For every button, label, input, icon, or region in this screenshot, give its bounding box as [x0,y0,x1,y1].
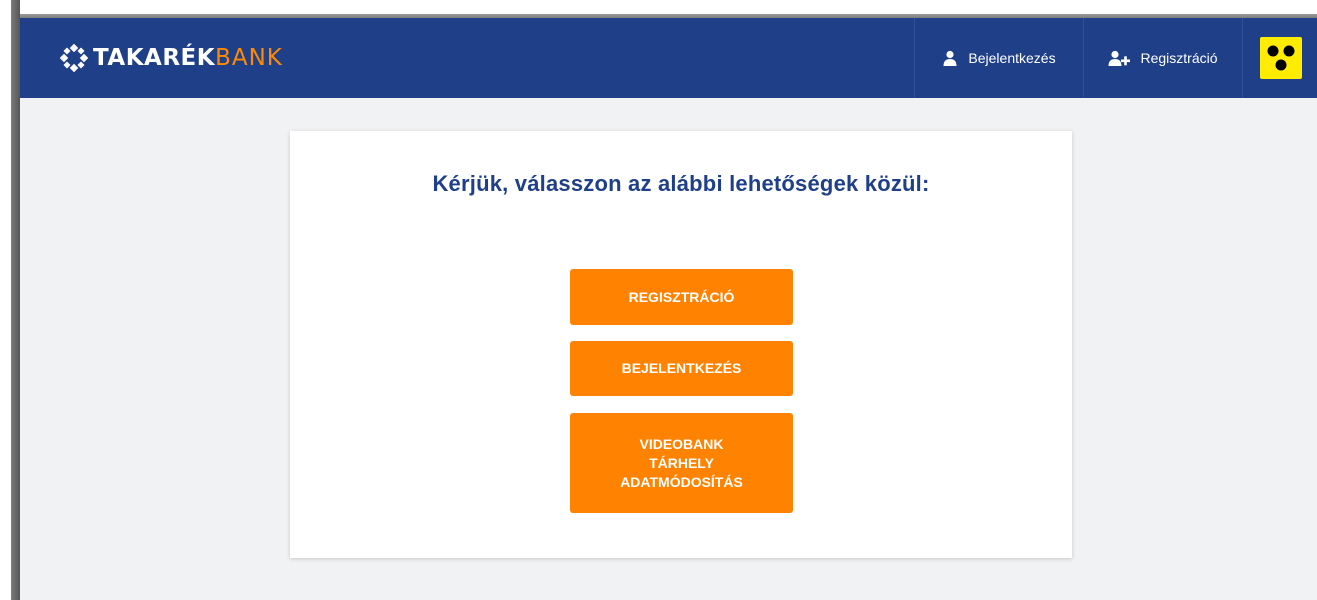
takarekbank-logo[interactable]: TAKARÉKBANK [59,43,283,73]
nav-login-label: Bejelentkezés [968,50,1056,66]
nav-login-link[interactable]: Bejelentkezés [914,18,1083,98]
register-button[interactable]: REGISZTRÁCIÓ [570,269,793,325]
logo-text-main: TAKARÉK [93,45,216,71]
logo-text-accent: BANK [215,45,283,71]
nav-register-link[interactable]: Regisztráció [1083,18,1242,98]
top-navbar: TAKARÉKBANK Bejelentkezés Regisztráció [20,18,1317,98]
accessibility-toggle[interactable] [1242,18,1317,98]
nav-register-label: Regisztráció [1140,50,1218,66]
takarek-flower-logo-icon [59,43,89,73]
videobank-storage-data-modification-button[interactable]: VIDEOBANK TÁRHELY ADATMÓDOSÍTÁS [570,413,793,513]
options-card: Kérjük, válasszon az alábbi lehetőségek … [290,131,1072,558]
braille-dots-icon [1260,37,1302,79]
browser-viewport: TAKARÉKBANK Bejelentkezés Regisztráció K… [20,18,1317,600]
window-frame-top [0,0,1317,18]
user-plus-icon [1108,50,1131,66]
user-icon [943,50,957,66]
logo-wordmark: TAKARÉKBANK [93,43,283,73]
login-button[interactable]: BEJELENTKEZÉS [570,341,793,396]
window-frame-left [0,0,20,600]
page-title: Kérjük, válasszon az alábbi lehetőségek … [432,171,930,196]
